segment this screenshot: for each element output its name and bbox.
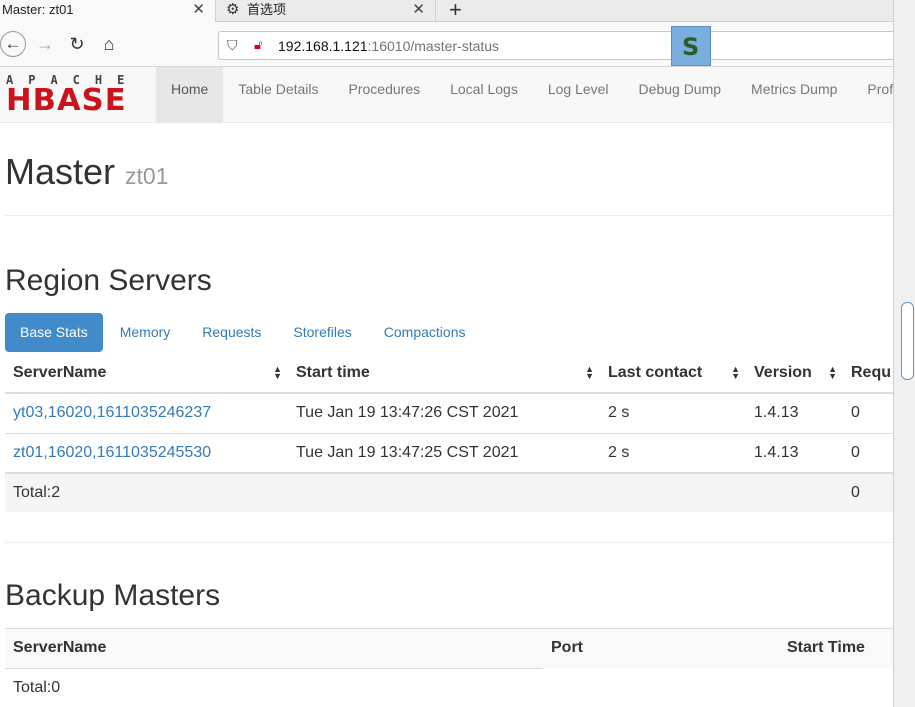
forward-button[interactable]: → <box>32 31 58 57</box>
menu-profiler[interactable]: Profi <box>852 67 893 122</box>
home-button[interactable]: ⌂ <box>96 31 122 57</box>
menu-debug-dump[interactable]: Debug Dump <box>624 67 737 122</box>
total-row: Total:2 0 <box>5 472 897 512</box>
last-contact-cell: 2 s <box>600 432 746 473</box>
total-requests: 0 <box>843 472 897 512</box>
start-time-cell: Tue Jan 19 13:47:25 CST 2021 <box>288 432 600 473</box>
browser-tab-master[interactable]: Master: zt01 ✕ <box>0 0 216 22</box>
browser-tab-preferences[interactable]: ⚙ 首选项 ✕ <box>217 0 436 22</box>
divider <box>5 542 893 543</box>
column-header-servername[interactable]: ServerName ▲ ▼ <box>5 353 288 394</box>
sort-icon: ▲ ▼ <box>828 364 837 381</box>
requests-cell: 0 <box>843 392 897 433</box>
browser-navbar: ← → ↻ ⌂ ⛉ 🔓︎ 192.168.1.121:16010/master-… <box>0 22 908 67</box>
version-cell: 1.4.13 <box>746 392 843 433</box>
last-contact-cell: 2 s <box>600 392 746 433</box>
column-header-version[interactable]: Version ▲ ▼ <box>746 353 843 394</box>
tab-memory[interactable]: Memory <box>105 313 186 352</box>
backup-masters-total: Total:0 <box>13 679 61 696</box>
reload-button[interactable]: ↻ <box>64 31 90 57</box>
column-header-last-contact[interactable]: Last contact ▲ ▼ <box>600 353 746 394</box>
column-header-start-time[interactable]: Start time ▲ ▼ <box>288 353 600 394</box>
close-tab-icon[interactable]: ✕ <box>412 0 425 20</box>
backup-masters-heading: Backup Masters <box>5 579 221 612</box>
tab-base-stats[interactable]: Base Stats <box>5 313 103 352</box>
column-header-start-time: Start Time <box>787 639 865 656</box>
extension-icon[interactable]: S <box>671 26 711 66</box>
vertical-scrollbar[interactable] <box>893 0 915 707</box>
page-subtitle: zt01 <box>125 163 169 189</box>
gear-icon: ⚙ <box>226 1 240 18</box>
hbase-navbar: APACHE HBASE Home Table Details Procedur… <box>0 67 893 123</box>
sort-icon: ▲ ▼ <box>273 364 282 381</box>
main-menu: Home Table Details Procedures Local Logs… <box>156 67 893 122</box>
column-header-port: Port <box>551 639 583 656</box>
url-bar[interactable]: ⛉ 🔓︎ 192.168.1.121:16010/master-status <box>218 31 908 60</box>
menu-local-logs[interactable]: Local Logs <box>435 67 533 122</box>
url-text: 192.168.1.121:16010/master-status <box>278 38 500 54</box>
column-header-requests[interactable]: Requ <box>843 353 897 394</box>
region-servers-heading: Region Servers <box>5 264 212 297</box>
column-header-servername: ServerName <box>13 639 107 656</box>
tab-title: 首选项 <box>247 2 287 17</box>
menu-procedures[interactable]: Procedures <box>334 67 436 122</box>
menu-table-details[interactable]: Table Details <box>223 67 333 122</box>
menu-metrics-dump[interactable]: Metrics Dump <box>736 67 852 122</box>
region-servers-table: ServerName ▲ ▼ Start time ▲ ▼ Last contact ▲ ▼… <box>5 353 897 512</box>
scrollbar-thumb[interactable] <box>901 302 914 380</box>
tab-storefiles[interactable]: Storefiles <box>278 313 366 352</box>
page-title: Master zt01 <box>5 151 169 192</box>
start-time-cell: Tue Jan 19 13:47:26 CST 2021 <box>288 392 600 433</box>
tab-compactions[interactable]: Compactions <box>369 313 481 352</box>
insecure-lock-icon[interactable]: 🔓︎ <box>254 37 262 53</box>
tab-requests[interactable]: Requests <box>187 313 276 352</box>
hbase-logo[interactable]: APACHE HBASE <box>6 73 142 118</box>
menu-log-level[interactable]: Log Level <box>533 67 624 122</box>
tab-title: Master: zt01 <box>2 2 74 17</box>
new-tab-button[interactable]: + <box>449 0 462 23</box>
sort-icon: ▲ ▼ <box>585 364 594 381</box>
sort-icon: ▲ ▼ <box>731 364 740 381</box>
server-link[interactable]: zt01,16020,1611035245530 <box>13 444 211 461</box>
table-row: yt03,16020,1611035246237 Tue Jan 19 13:4… <box>5 392 897 433</box>
close-tab-icon[interactable]: ✕ <box>192 0 205 20</box>
region-servers-tabs: Base Stats Memory Requests Storefiles Co… <box>5 313 482 353</box>
divider <box>5 215 893 216</box>
table-row: zt01,16020,1611035245530 Tue Jan 19 13:4… <box>5 432 897 473</box>
requests-cell: 0 <box>843 432 897 473</box>
backup-masters-table-header: ServerName Port Start Time <box>5 628 893 668</box>
menu-home[interactable]: Home <box>156 67 224 122</box>
shield-icon[interactable]: ⛉ <box>227 37 238 54</box>
divider <box>5 668 543 669</box>
server-link[interactable]: yt03,16020,1611035246237 <box>13 404 211 421</box>
back-button[interactable]: ← <box>0 31 26 57</box>
total-label: Total:2 <box>5 472 843 512</box>
browser-tab-strip: Master: zt01 ✕ ⚙ 首选项 ✕ + <box>0 0 893 22</box>
version-cell: 1.4.13 <box>746 432 843 473</box>
